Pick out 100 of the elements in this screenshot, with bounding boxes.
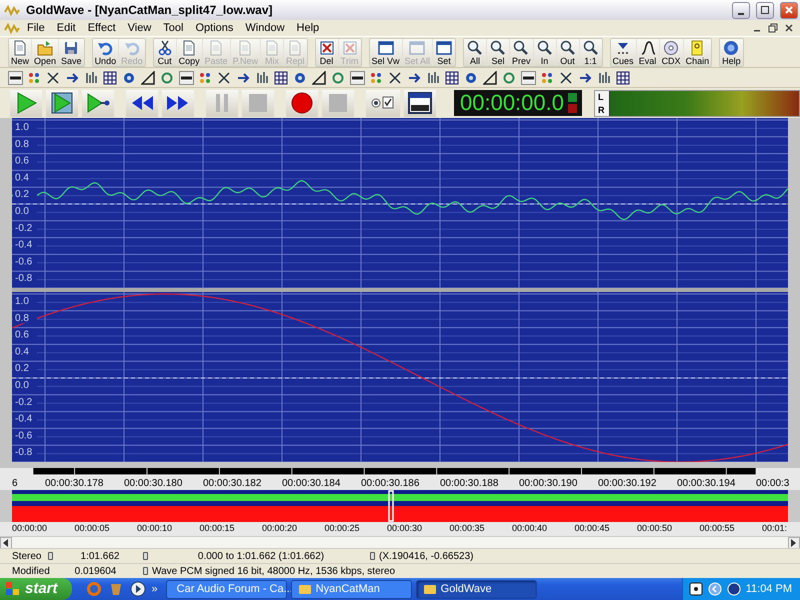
play-selection-button[interactable] bbox=[46, 90, 78, 116]
magnifier-icon bbox=[490, 40, 506, 56]
toolbar-button[interactable]: Sel bbox=[487, 38, 510, 66]
scroll-right-button[interactable] bbox=[788, 537, 800, 549]
toolbar-button[interactable]: Chain bbox=[684, 38, 712, 66]
menu-item[interactable]: Edit bbox=[52, 20, 81, 36]
more-button[interactable]: » bbox=[152, 580, 158, 598]
channel-label: R bbox=[598, 104, 606, 117]
page-icon bbox=[237, 40, 254, 56]
time-label: 6 bbox=[12, 477, 19, 490]
circle-icon bbox=[331, 70, 346, 84]
folder-icon bbox=[37, 40, 54, 56]
restore-icon bbox=[768, 23, 778, 33]
toolbar-button[interactable]: Open bbox=[32, 38, 58, 66]
status-text: 0.000 to 1:01.662 (1:01.662) bbox=[196, 550, 326, 564]
menu-item[interactable]: Help bbox=[292, 20, 324, 36]
window-icon bbox=[436, 40, 452, 56]
chevron-icon bbox=[708, 582, 722, 596]
arrow-icon bbox=[578, 70, 593, 84]
play-from-button[interactable] bbox=[82, 90, 114, 116]
taskbar-button[interactable]: GoldWave bbox=[416, 580, 537, 598]
toolbar-button[interactable]: New bbox=[9, 38, 32, 66]
time-label: 00:00:30.188 bbox=[440, 477, 500, 490]
toolbar-button[interactable]: Sel Vw bbox=[370, 38, 402, 66]
time-label: 00:00:30.184 bbox=[282, 477, 342, 490]
left-arrow-icon bbox=[3, 539, 9, 547]
toolbar-button[interactable]: Prev bbox=[510, 38, 533, 66]
window-icon bbox=[409, 40, 426, 56]
axis-label: 0.4 bbox=[15, 172, 29, 184]
window-layout-button[interactable] bbox=[404, 90, 436, 116]
minus-box-icon bbox=[8, 70, 23, 84]
play-selection-icon bbox=[50, 91, 74, 115]
status-text: Stereo bbox=[12, 550, 42, 564]
time-label: 00:00:30.190 bbox=[519, 477, 578, 490]
axis-label: 0.6 bbox=[15, 330, 29, 341]
status-text: 0.019604 bbox=[74, 564, 118, 578]
toolbar-button[interactable]: Cut bbox=[154, 38, 176, 66]
fast-forward-button[interactable] bbox=[162, 90, 194, 116]
menu-item[interactable]: Options bbox=[190, 20, 238, 36]
time-label: 00:00:30.192 bbox=[598, 477, 658, 490]
axis-label: 1.0 bbox=[15, 296, 29, 307]
toolbar-button[interactable]: Eval bbox=[636, 38, 659, 66]
restore-document-button[interactable] bbox=[766, 22, 780, 34]
toolbar-button[interactable]: All bbox=[464, 38, 486, 66]
toolbar-button[interactable]: Undo bbox=[92, 38, 118, 66]
record-button[interactable] bbox=[286, 90, 318, 116]
grid-icon bbox=[445, 70, 460, 84]
axis-label: -0.6 bbox=[15, 256, 32, 268]
time-label: 00:00:45 bbox=[574, 522, 611, 535]
magnifier-icon bbox=[582, 40, 599, 56]
grid-icon bbox=[616, 70, 631, 84]
menu-item[interactable]: Effect bbox=[82, 20, 121, 36]
dots-icon bbox=[198, 70, 213, 84]
toolbar-button[interactable]: Out bbox=[556, 38, 579, 66]
toolbar-button[interactable]: Cues bbox=[610, 38, 636, 66]
time-label: 00:00:30.186 bbox=[361, 477, 420, 490]
toolbar-button[interactable]: Del bbox=[316, 38, 338, 66]
toolbar-button[interactable]: In bbox=[534, 38, 556, 66]
rewind-button[interactable] bbox=[126, 90, 158, 116]
axis-label: 0.4 bbox=[15, 346, 29, 358]
toolbar-button[interactable]: CDX bbox=[660, 38, 683, 66]
dots-icon bbox=[540, 70, 555, 84]
menu-item[interactable]: Window bbox=[240, 20, 290, 36]
status-text: Modified bbox=[12, 564, 50, 578]
maximize-button[interactable] bbox=[756, 2, 774, 18]
curve-icon bbox=[640, 40, 656, 56]
axis-label: -0.4 bbox=[15, 240, 32, 251]
page-icon bbox=[208, 40, 224, 56]
cross-arrows-icon bbox=[217, 70, 232, 84]
close-button[interactable] bbox=[780, 2, 798, 18]
monitor-toggle-button[interactable] bbox=[366, 90, 400, 116]
scroll-left-button[interactable] bbox=[0, 537, 12, 549]
menu-item[interactable]: File bbox=[22, 20, 50, 36]
toolbar-button[interactable]: Copy bbox=[176, 38, 202, 66]
time-label: 00:00:15 bbox=[200, 522, 236, 535]
time-readout: 00:00:00.0 bbox=[460, 90, 564, 116]
status-text: (X.190416, -0.66523) bbox=[379, 550, 474, 564]
toolbar-button[interactable]: Save bbox=[59, 38, 84, 66]
axis-label: -0.8 bbox=[15, 273, 32, 284]
toolbar-button[interactable]: 1:1 bbox=[580, 38, 602, 66]
menu-item[interactable]: Tool bbox=[158, 20, 188, 36]
minimize-icon bbox=[738, 12, 744, 14]
circle-icon bbox=[502, 70, 517, 84]
time-label: 00:00:25 bbox=[324, 522, 361, 535]
status-text: Wave PCM signed 16 bit, 48000 Hz, 1536 kbps, stereo bbox=[152, 564, 396, 578]
minimize-button[interactable] bbox=[732, 2, 750, 18]
minus-box-icon bbox=[179, 70, 194, 84]
stop-icon bbox=[246, 91, 270, 115]
window-layout-icon bbox=[408, 91, 432, 115]
taskbar-button[interactable]: NyanCatMan bbox=[290, 580, 412, 598]
close-icon bbox=[784, 5, 794, 15]
page-icon bbox=[12, 40, 28, 56]
app-icon bbox=[422, 582, 437, 596]
menu-item[interactable]: View bbox=[122, 20, 156, 36]
play-circle-icon[interactable] bbox=[130, 581, 146, 597]
axis-label: -0.6 bbox=[15, 430, 32, 442]
scissors-icon bbox=[156, 40, 173, 56]
toolbar-button[interactable]: Help bbox=[720, 38, 743, 66]
play-button[interactable] bbox=[10, 90, 42, 116]
toolbar-button[interactable]: Set bbox=[433, 38, 456, 66]
